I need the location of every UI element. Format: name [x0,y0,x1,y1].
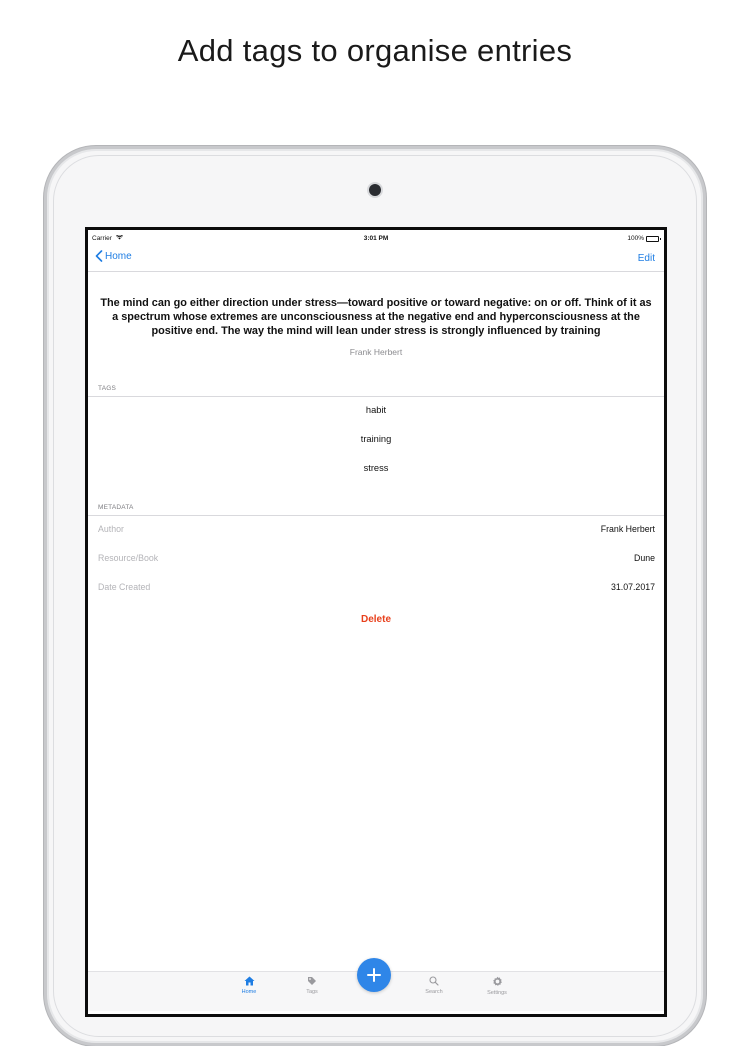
search-icon [429,976,439,986]
tab-search[interactable]: Search [417,976,451,995]
meta-date-value: 31.07.2017 [610,582,655,592]
tab-settings[interactable]: Settings [480,976,514,996]
quote-text: The mind can go either direction under s… [100,297,652,337]
back-label: Home [105,250,132,262]
metadata-section-header: METADATA [98,504,134,511]
app-screen: Carrier 3:01 PM 100% Home Edit The mind … [88,230,664,1014]
battery-percent: 100% [627,235,644,242]
meta-resource-value: Dune [633,553,655,563]
quote-author: Frank Herbert [349,347,403,357]
tag-icon [308,977,316,985]
home-icon [244,976,254,986]
gear-icon [492,976,502,986]
divider [88,515,664,516]
tag-item[interactable]: habit [88,405,664,415]
delete-button[interactable]: Delete [88,614,664,625]
add-entry-button[interactable] [357,958,391,992]
edit-button[interactable]: Edit [638,253,655,264]
tag-item[interactable]: stress [88,463,664,473]
back-button[interactable]: Home [95,250,132,262]
status-time: 3:01 PM [363,235,389,242]
meta-date-label: Date Created [98,582,151,592]
tags-section-header: TAGS [98,385,117,392]
meta-author-value: Frank Herbert [600,524,655,534]
tablet-screen: Carrier 3:01 PM 100% Home Edit The mind … [85,227,667,1017]
front-camera [369,184,381,196]
meta-resource-label: Resource/Book [98,553,159,563]
meta-author-label: Author [98,524,124,534]
promo-headline: Add tags to organise entries [177,33,573,68]
tab-home[interactable]: Home [232,976,266,995]
tag-item[interactable]: training [88,434,664,444]
plus-icon [367,968,381,982]
status-bar: Carrier 3:01 PM 100% [88,230,664,244]
divider [88,396,664,397]
tab-tags[interactable]: Tags [295,976,329,995]
chevron-left-icon [95,250,103,262]
navigation-bar: Home Edit [88,248,664,272]
battery-icon [646,235,661,242]
